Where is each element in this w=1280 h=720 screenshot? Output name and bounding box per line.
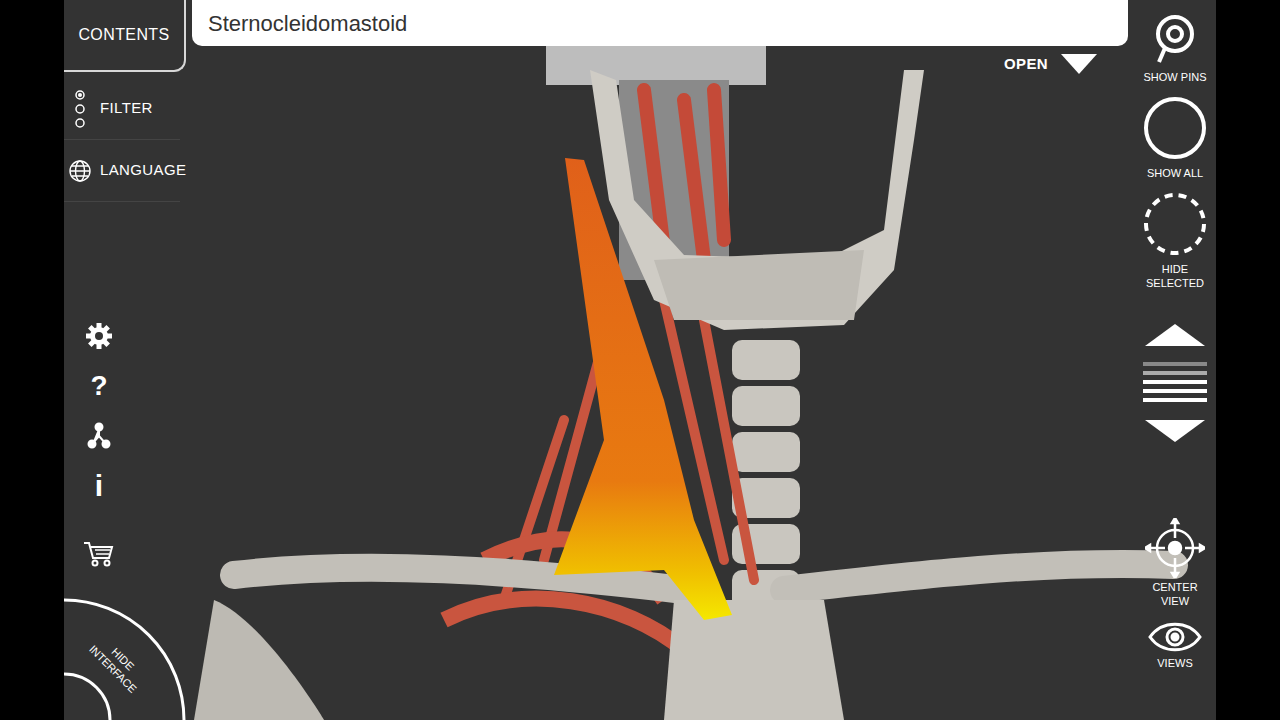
cart-icon[interactable] (83, 540, 115, 568)
left-edge (0, 0, 64, 720)
open-button[interactable]: OPEN (1004, 52, 1098, 76)
left-panel: CONTENTSFILTERLANGUAGE (64, 0, 186, 202)
search-field[interactable]: Sternocleidomastoid (192, 0, 1128, 46)
dashed-button[interactable]: HIDE SELECTED (1138, 192, 1212, 290)
circle-icon (1143, 96, 1207, 160)
slider-lines-icon[interactable] (1143, 362, 1207, 404)
help-button[interactable]: ? (90, 370, 107, 402)
eye-icon (1148, 620, 1202, 654)
contents-button[interactable]: CONTENTS (64, 0, 186, 72)
anatomy-scene[interactable] (64, 0, 1216, 720)
right-toolbar: SHOW PINS SHOW ALL HIDE SELECTED CENTER VIE… (1134, 14, 1216, 670)
triangle-down-icon (1060, 52, 1098, 76)
right-edge (1216, 0, 1280, 720)
circle-button[interactable]: SHOW ALL (1138, 96, 1212, 180)
triangle-up-icon[interactable] (1143, 322, 1207, 348)
left-menu-item[interactable]: LANGUAGE (64, 140, 180, 202)
viewer: CONTENTSFILTERLANGUAGE?iHIDE INTERFACESt… (64, 0, 1216, 720)
info-button[interactable]: i (95, 470, 103, 502)
hide-interface-button[interactable]: HIDE INTERFACE (64, 596, 188, 720)
zoom-control[interactable] (1143, 322, 1207, 444)
crosshair-icon (1145, 518, 1205, 578)
share-icon[interactable] (87, 422, 111, 450)
eye-button[interactable]: VIEWS (1138, 620, 1212, 670)
triangle-down-icon[interactable] (1143, 418, 1207, 444)
tool-column: ?i (64, 322, 134, 568)
gear-icon[interactable] (85, 322, 113, 350)
pin-icon (1151, 14, 1199, 64)
left-menu-item[interactable]: FILTER (64, 78, 180, 140)
globe-icon (68, 159, 92, 183)
pins-button[interactable]: SHOW PINS (1138, 14, 1212, 84)
dashed-circle-icon (1143, 192, 1207, 256)
filter-icon (73, 89, 87, 129)
center-button[interactable]: CENTER VIEW (1138, 518, 1212, 608)
